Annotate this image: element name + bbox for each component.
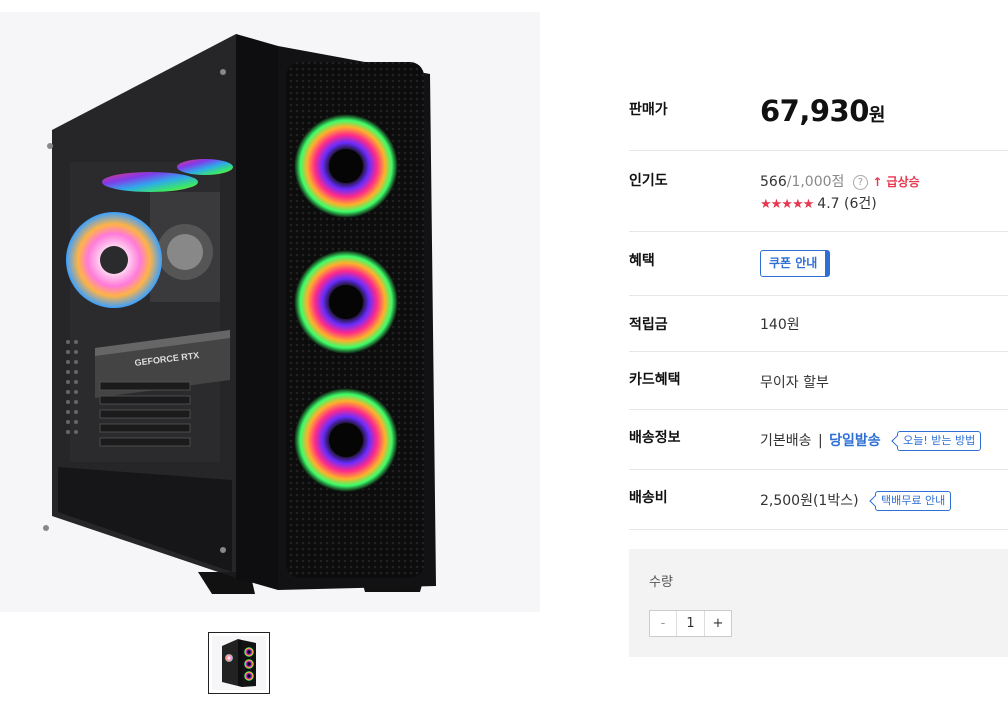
benefit-value: 쿠폰 안내 [760,250,831,277]
shipping-fee-label: 배송비 [629,490,668,506]
shipping-separator: | [817,433,823,449]
points-row: 적립금 140원 [629,296,1008,352]
same-day-shipping: 당일발송 [829,433,881,449]
quantity-minus-button[interactable]: - [650,611,677,636]
shipping-fee-row: 배송비 2,500원(1박스) 택배무료 안내 [629,470,1008,530]
card-benefit-row: 카드혜택 무이자 할부 [629,352,1008,410]
product-info: 판매가 67,930원 인기도 566/1,000점 ? ↑ 급상승 ★★★★★… [629,80,1008,530]
pc-case-thumbnail [212,636,266,690]
quantity-input[interactable]: 1 [677,611,704,636]
shipping-info-label: 배송정보 [629,430,681,446]
card-benefit-label: 카드혜택 [629,372,681,388]
help-icon[interactable]: ? [852,175,868,190]
free-shipping-link[interactable]: 택배무료 안내 [875,491,952,511]
popularity-max: /1,000점 [786,174,845,190]
popularity-score: 566 [760,174,787,190]
points-value: 140원 [760,317,800,333]
today-delivery-link[interactable]: 오늘! 받는 방법 [897,431,982,451]
price-value: 67,930원 [760,94,885,128]
shipping-fee-amount: 2,500원(1박스) [760,493,859,509]
card-benefit-value: 무이자 할부 [760,375,829,391]
shipping-fee-value: 2,500원(1박스) 택배무료 안내 [760,490,952,511]
shipping-info-row: 배송정보 기본배송 | 당일발송 오늘! 받는 방법 [629,410,1008,470]
popularity-value: 566/1,000점 ? ↑ 급상승 ★★★★★ 4.7 (6건) [760,171,920,216]
benefit-label: 혜택 [629,253,655,269]
product-image: GEFORCE RTX [0,12,540,612]
coupon-info-button[interactable]: 쿠폰 안내 [760,250,831,277]
pc-case-image: GEFORCE RTX [43,34,436,594]
price-label: 판매가 [629,102,668,118]
popularity-label: 인기도 [629,173,668,189]
benefit-row: 혜택 쿠폰 안내 [629,232,1008,296]
quantity-label: 수량 [649,575,673,590]
points-label: 적립금 [629,317,668,333]
shipping-info-value: 기본배송 | 당일발송 오늘! 받는 방법 [760,430,982,451]
price-row: 판매가 67,930원 [629,80,1008,151]
trend-badge: ↑ 급상승 [872,175,920,189]
quantity-plus-button[interactable]: + [704,611,731,636]
rating-stars-icon: ★★★★★ [760,197,814,212]
price-unit: 원 [868,105,886,126]
quantity-stepper: - 1 + [649,610,732,637]
rating-score[interactable]: 4.7 (6건) [817,196,876,212]
shipping-basic: 기본배송 [760,433,812,449]
popularity-row: 인기도 566/1,000점 ? ↑ 급상승 ★★★★★ 4.7 (6건) [629,151,1008,232]
quantity-box: 수량 - 1 + [629,549,1008,657]
thumbnail-item[interactable] [208,632,270,694]
price-amount: 67,930 [760,94,869,128]
